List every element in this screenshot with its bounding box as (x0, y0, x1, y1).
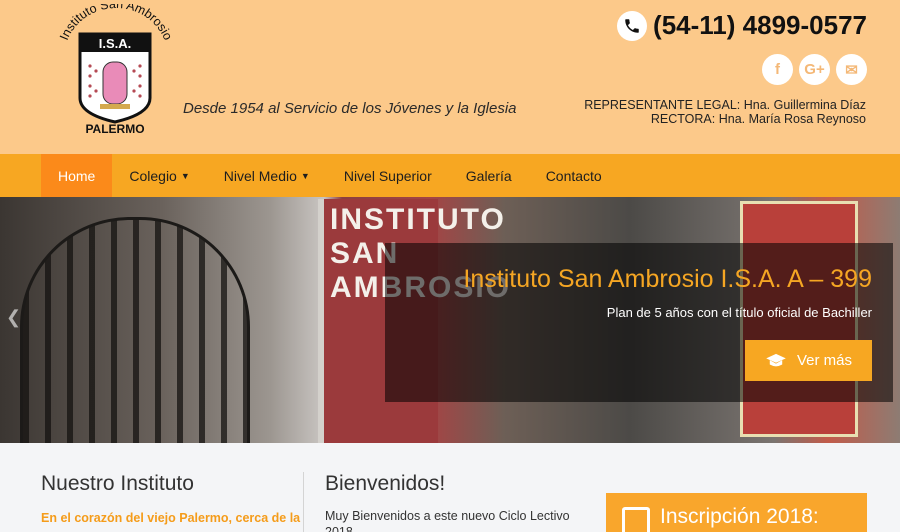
hero-slider: INSTITUTO SAN AMBROSIO ❮ Instituto San A… (0, 197, 900, 443)
rectora: RECTORA: Hna. María Rosa Reynoso (650, 112, 866, 126)
social-links: f G+ ✉ (762, 54, 867, 85)
inscripcion-title: Inscripción 2018: (660, 505, 819, 528)
column-divider (303, 472, 304, 532)
nav-label: Colegio (129, 167, 177, 184)
ver-mas-label: Ver más (796, 352, 853, 369)
hero-title: Instituto San Ambrosio I.S.A. A – 399 (463, 265, 872, 293)
ver-mas-button[interactable]: Ver más (745, 340, 872, 381)
chevron-down-icon: ▼ (180, 170, 190, 181)
calendar-icon (622, 507, 650, 532)
nav-nivel-medio[interactable]: Nivel Medio ▼ (207, 154, 327, 197)
nav-label: Home (58, 167, 96, 184)
main-nav: Home Colegio ▼ Nivel Medio ▼ Nivel Super… (0, 154, 900, 197)
nav-label: Contacto (545, 167, 602, 184)
nav-nivel-superior[interactable]: Nivel Superior (327, 154, 449, 197)
section-lead: En el corazón del viejo Palermo, cerca d… (41, 511, 301, 525)
nav-label: Nivel Medio (223, 167, 297, 184)
section-bienvenidos: Bienvenidos! Muy Bienvenidos a este nuev… (325, 472, 580, 532)
section-lead: Muy Bienvenidos a este nuevo Ciclo Lecti… (325, 509, 570, 532)
legal-representative: REPRESENTANTE LEGAL: Hna. Guillermina Dí… (584, 98, 866, 112)
site-header: Instituto San Ambrosio I.S.A. PALERMO De… (0, 0, 900, 154)
facebook-icon[interactable]: f (762, 54, 793, 85)
phone-number: (54-11) 4899-0577 (653, 10, 867, 40)
logo-bottom-text: PALERMO (85, 122, 144, 136)
nav-galeria[interactable]: Galería (449, 154, 529, 197)
hero-caption: Instituto San Ambrosio I.S.A. A – 399 Pl… (385, 243, 893, 402)
chevron-left-icon[interactable]: ❮ (6, 307, 21, 328)
section-nuestro-instituto: Nuestro Instituto En el corazón del viej… (41, 472, 301, 525)
inscripcion-box[interactable]: Inscripción 2018: (606, 493, 867, 532)
tagline: Desde 1954 al Servicio de los Jóvenes y … (183, 100, 517, 117)
logo-shield-text: I.S.A. (99, 36, 132, 51)
nav-label: Galería (465, 167, 512, 184)
google-plus-icon[interactable]: G+ (799, 54, 830, 85)
hero-subtitle: Plan de 5 años con el título oficial de … (606, 305, 872, 320)
phone-contact[interactable]: (54-11) 4899-0577 (617, 10, 867, 41)
isa-logo[interactable]: Instituto San Ambrosio I.S.A. PALERMO (50, 4, 178, 136)
graduation-cap-icon (766, 353, 786, 366)
nav-home[interactable]: Home (41, 154, 113, 197)
phone-icon (617, 10, 648, 41)
nav-label: Nivel Superior (343, 167, 432, 184)
authorities: REPRESENTANTE LEGAL: Hna. Guillermina Dí… (584, 98, 866, 126)
section-title: Nuestro Instituto (41, 472, 194, 495)
nav-contacto[interactable]: Contacto (529, 154, 619, 197)
chevron-down-icon: ▼ (300, 170, 310, 181)
section-title: Bienvenidos! (325, 472, 446, 495)
email-icon[interactable]: ✉ (836, 54, 867, 85)
hero-photo-gate (20, 217, 250, 443)
nav-colegio[interactable]: Colegio ▼ (112, 154, 206, 197)
